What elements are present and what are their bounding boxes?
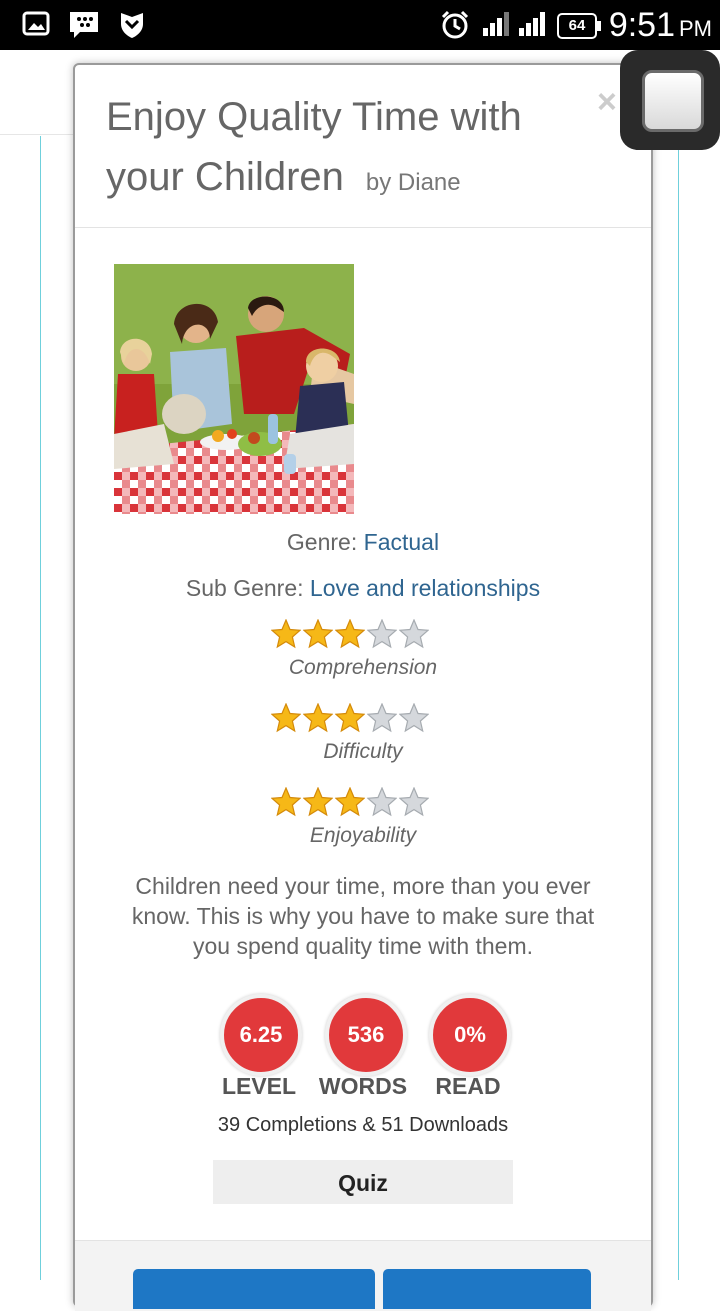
alarm-icon — [441, 10, 469, 39]
read-label: READ — [435, 1073, 501, 1099]
book-details-modal: Enjoy Quality Time with your Children by … — [73, 63, 653, 1311]
comprehension-label: Comprehension — [288, 656, 438, 679]
star-empty-icon — [367, 703, 397, 733]
star-filled-icon — [303, 619, 333, 649]
subgenre-label: Sub Genre: — [185, 575, 304, 601]
overlay-square-icon — [642, 70, 704, 132]
image-notification-icon — [22, 11, 50, 36]
battery-icon: 64 — [557, 13, 601, 39]
background-divider — [0, 134, 80, 135]
star-empty-icon — [367, 787, 397, 817]
star-filled-icon — [335, 703, 365, 733]
enjoyability-rating — [271, 787, 431, 817]
genre-row: Genre: Factual — [75, 529, 651, 556]
star-empty-icon — [399, 787, 429, 817]
footer-secondary-button[interactable] — [383, 1269, 591, 1309]
words-label: WORDS — [318, 1073, 408, 1099]
enjoyability-label: Enjoyability — [309, 824, 417, 847]
star-empty-icon — [399, 619, 429, 649]
subgenre-row: Sub Genre: Love and relationships — [75, 575, 651, 602]
clock-time: 9:51 — [608, 6, 675, 44]
book-cover-image — [114, 264, 354, 514]
clock: 9:51 PM — [609, 6, 712, 45]
subgenre-link[interactable]: Love and relationships — [310, 575, 540, 601]
shield-notification-icon — [121, 13, 143, 38]
star-filled-icon — [335, 787, 365, 817]
clock-ampm: PM — [679, 16, 712, 41]
read-badge: 0% — [429, 994, 511, 1076]
book-author: by Diane — [365, 169, 461, 196]
star-filled-icon — [303, 703, 333, 733]
book-description: Children need your time, more than you e… — [131, 873, 595, 959]
modal-header: Enjoy Quality Time with your Children by … — [75, 65, 651, 228]
footer-primary-button[interactable] — [133, 1269, 375, 1309]
level-label: LEVEL — [221, 1073, 297, 1099]
star-filled-icon — [335, 619, 365, 649]
comprehension-rating — [271, 619, 431, 649]
star-filled-icon — [271, 787, 301, 817]
signal-strength-icon — [483, 12, 509, 36]
close-button[interactable]: × — [597, 83, 617, 122]
star-empty-icon — [399, 703, 429, 733]
background-border-right — [678, 136, 679, 1280]
bbm-notification-icon — [70, 12, 98, 38]
star-filled-icon — [303, 787, 333, 817]
signal-strength-2-icon — [519, 12, 545, 36]
floating-overlay-button[interactable] — [620, 50, 720, 150]
difficulty-label: Difficulty — [323, 740, 403, 763]
genre-label: Genre: — [286, 529, 358, 555]
book-title: Enjoy Quality Time with your Children by … — [106, 87, 576, 213]
star-filled-icon — [271, 619, 301, 649]
star-filled-icon — [271, 703, 301, 733]
quiz-button[interactable]: Quiz — [213, 1160, 513, 1204]
star-empty-icon — [367, 619, 397, 649]
background-border-left — [40, 136, 41, 1280]
status-bar: 64 9:51 PM — [0, 0, 720, 50]
completions-downloads: 39 Completions & 51 Downloads — [217, 1114, 509, 1136]
difficulty-rating — [271, 703, 431, 733]
modal-footer — [75, 1240, 651, 1311]
genre-link[interactable]: Factual — [364, 529, 439, 555]
level-badge: 6.25 — [220, 994, 302, 1076]
words-badge: 536 — [325, 994, 407, 1076]
